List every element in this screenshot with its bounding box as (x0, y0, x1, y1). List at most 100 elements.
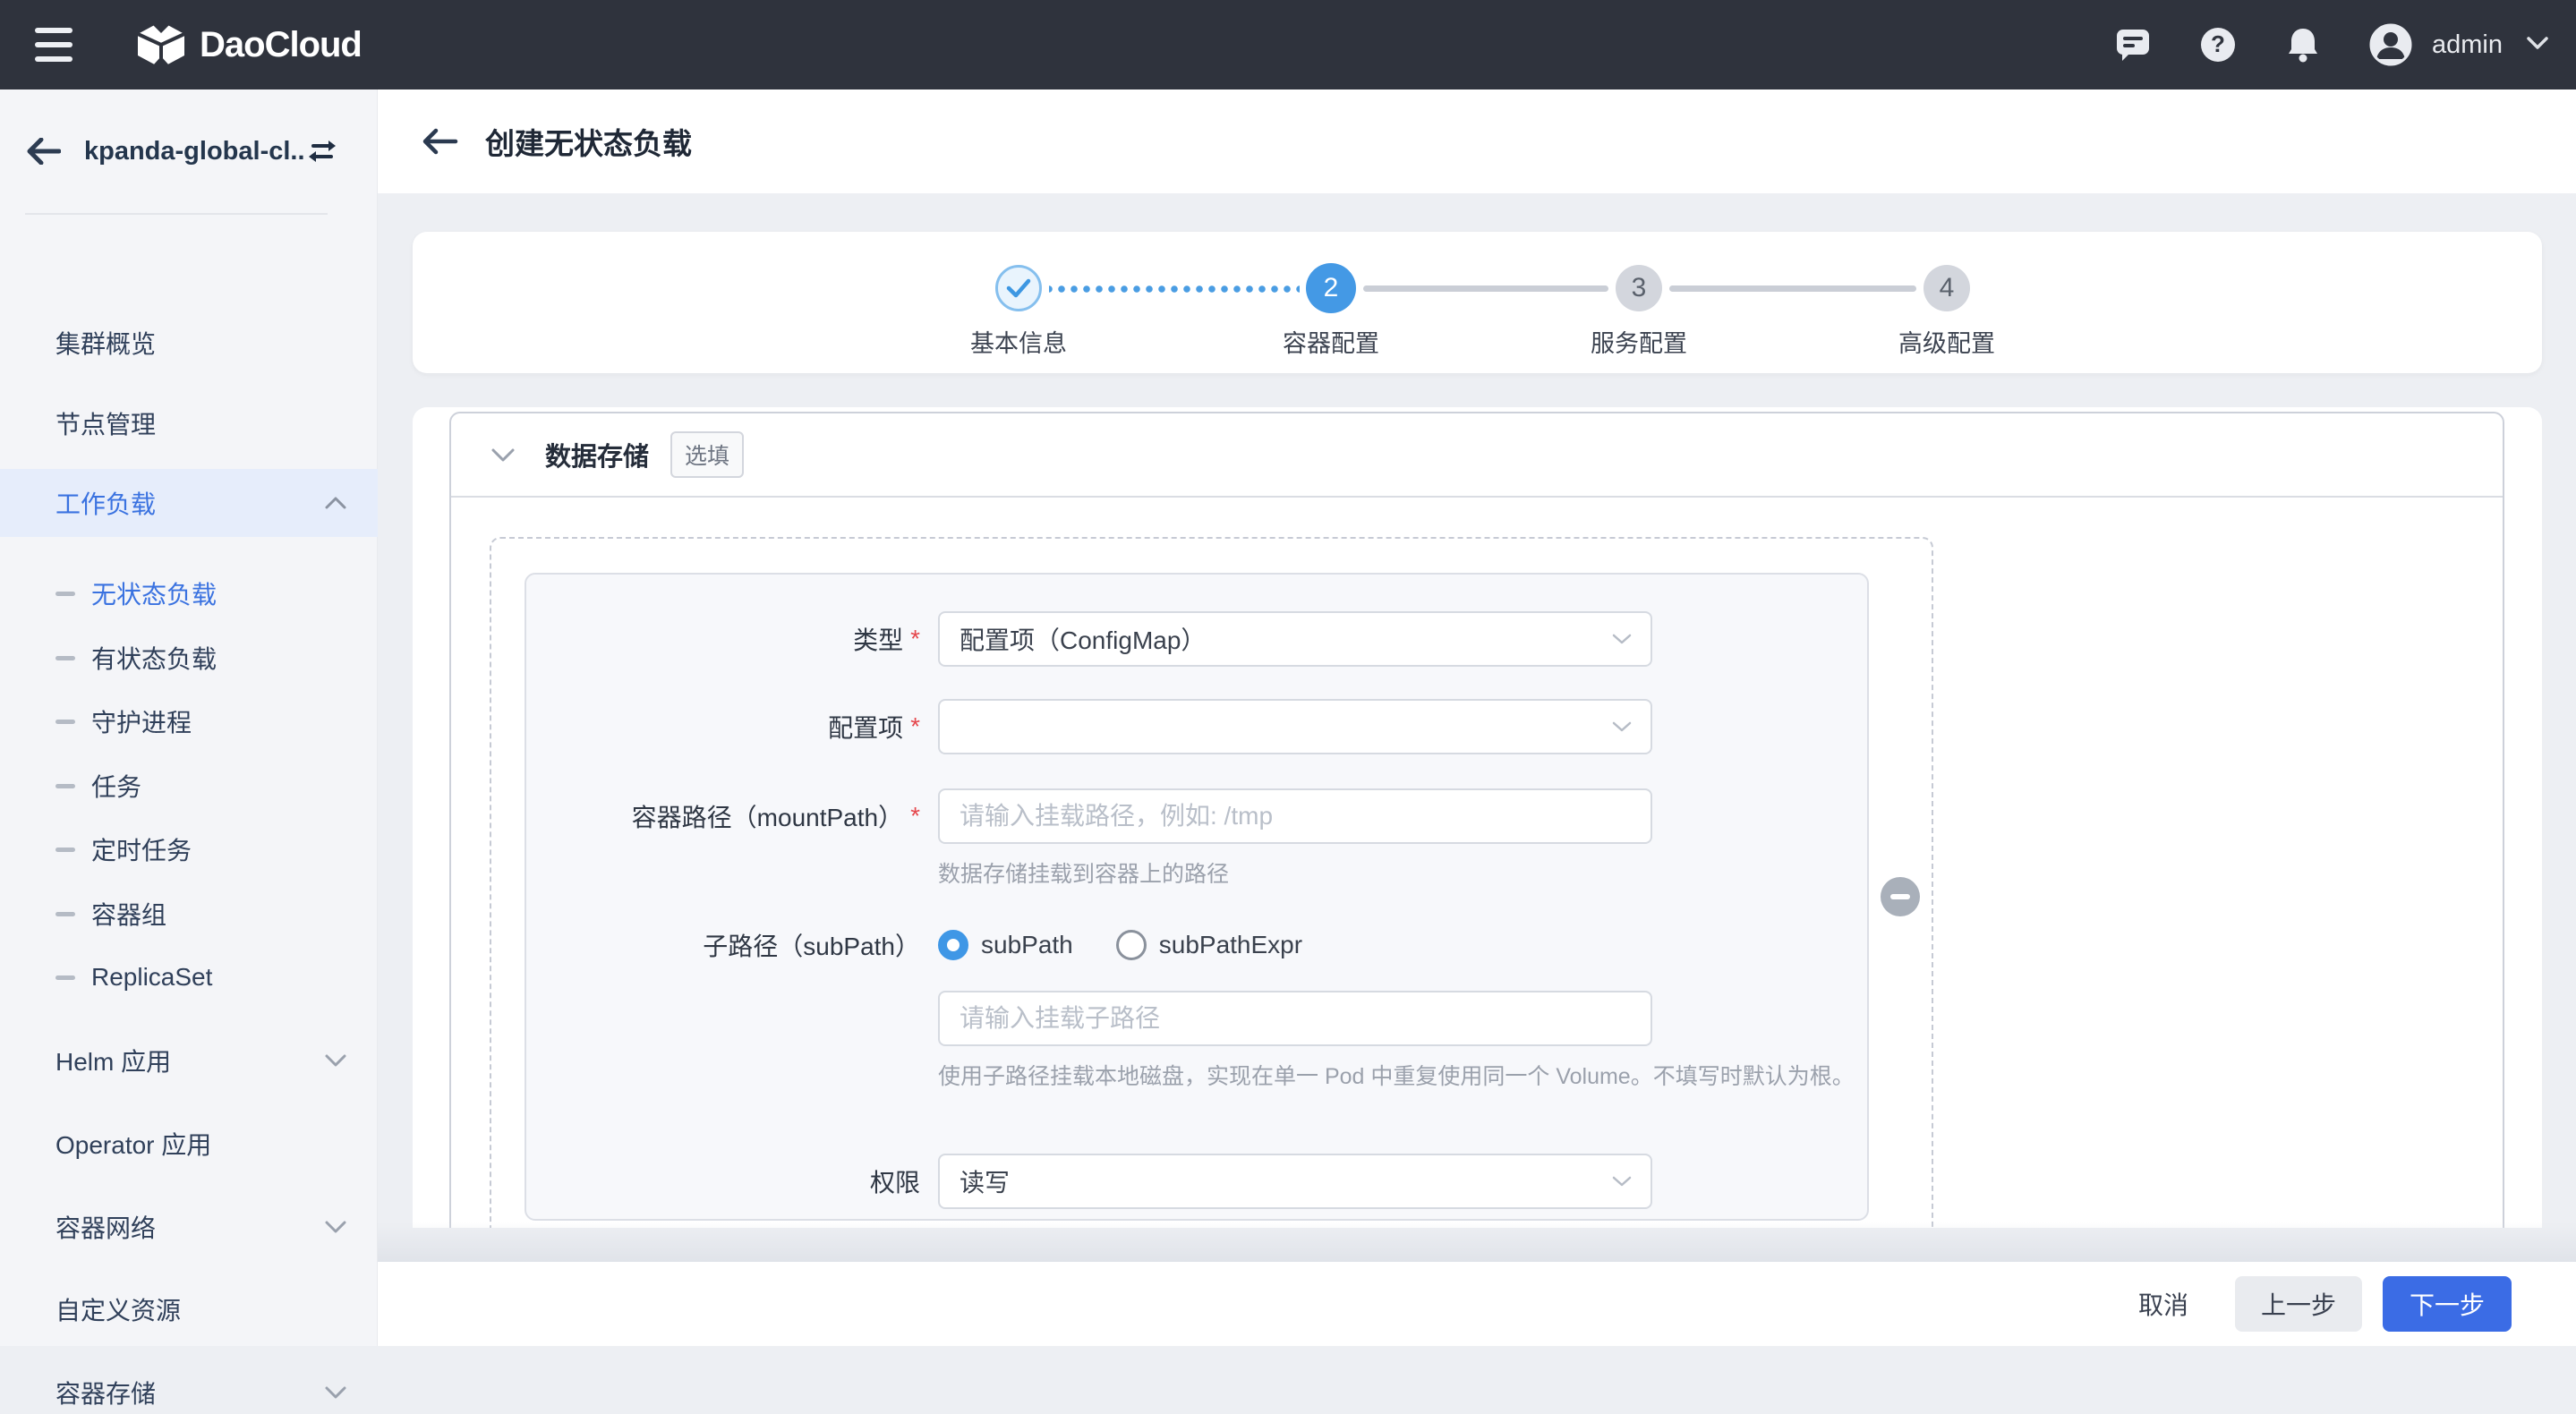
chevron-down-icon[interactable] (490, 447, 516, 463)
radio-checked-icon[interactable] (938, 930, 968, 960)
step-1-label: 基本信息 (911, 324, 1126, 359)
subpath-help-text: 使用子路径挂载本地磁盘，实现在单一 Pod 中重复使用同一个 Volume。不填… (938, 1059, 1855, 1091)
configmap-select[interactable] (938, 699, 1652, 754)
sidebar-item-daemonsets[interactable]: 守护进程 (0, 700, 378, 743)
sidebar-item-operator-apps[interactable]: Operator 应用 (0, 1122, 378, 1165)
chevron-down-icon (1611, 633, 1633, 645)
step-2-label: 容器配置 (1224, 324, 1438, 359)
radio-unchecked-icon[interactable] (1116, 930, 1147, 960)
back-arrow-icon[interactable] (25, 138, 61, 165)
sidebar-divider (25, 213, 328, 215)
chevron-down-icon (324, 1053, 347, 1068)
step-connector (1669, 285, 1916, 292)
type-select[interactable]: 配置项（ConfigMap） (938, 611, 1652, 667)
wizard-steps-card: 2 3 4 基本信息 容器配置 服务配置 高级配置 (413, 232, 2542, 373)
subpathexpr-radio-option[interactable]: subPathExpr (1116, 930, 1302, 960)
field-row-type: 类型* 配置项（ConfigMap） (526, 611, 1867, 667)
chevron-down-icon (324, 1220, 347, 1234)
user-menu[interactable]: admin (2369, 23, 2549, 66)
sidebar-group-container-network[interactable]: 容器网络 (0, 1205, 378, 1248)
step-3-label: 服务配置 (1531, 324, 1746, 359)
mountpath-label: 容器路径（mountPath）* (526, 798, 920, 834)
next-step-button[interactable]: 下一步 (2383, 1276, 2512, 1332)
subpath-radio-group: subPath subPathExpr (938, 930, 1302, 960)
mountpath-input[interactable] (938, 788, 1652, 844)
cluster-name[interactable]: kpanda-global-cl... (84, 137, 304, 166)
permission-select-value: 读写 (960, 1163, 1010, 1199)
topbar-actions: ? admin (2115, 23, 2576, 66)
step-4-circle[interactable]: 4 (1923, 265, 1970, 311)
step-3-circle[interactable]: 3 (1616, 265, 1662, 311)
dash-icon (55, 784, 75, 788)
footer-action-bar: 取消 上一步 下一步 (378, 1262, 2576, 1346)
type-select-value: 配置项（ConfigMap） (960, 621, 1206, 657)
permission-label: 权限 (526, 1163, 920, 1199)
dash-icon (55, 592, 75, 596)
sidebar-item-statefulsets[interactable]: 有状态负载 (0, 636, 378, 679)
optional-badge: 选填 (670, 431, 744, 478)
permission-select[interactable]: 读写 (938, 1154, 1652, 1209)
field-row-subpath-mode: 子路径（subPath） subPath subPathExpr (526, 927, 1867, 963)
volume-entry-box: 类型* 配置项（ConfigMap） 配置项* (490, 537, 1933, 1228)
chevron-down-icon (2526, 36, 2549, 55)
step-connector-dotted (1049, 285, 1300, 293)
configmap-label: 配置项* (526, 709, 920, 745)
cluster-selector: kpanda-global-cl... (0, 89, 377, 213)
step-4-label: 高级配置 (1839, 324, 2054, 359)
form-container: 数据存储 选填 类型* 配置项（ConfigMap） (413, 407, 2542, 1228)
switch-cluster-icon[interactable] (306, 137, 338, 166)
sidebar-item-pods[interactable]: 容器组 (0, 892, 378, 935)
field-row-mountpath: 容器路径（mountPath）* (526, 788, 1867, 844)
step-1-done-circle[interactable] (995, 265, 1042, 311)
mountpath-help-text: 数据存储挂载到容器上的路径 (938, 856, 1229, 889)
sidebar-group-helm-apps[interactable]: Helm 应用 (0, 1039, 378, 1082)
required-asterisk: * (910, 625, 920, 653)
dash-icon (55, 720, 75, 724)
chevron-down-icon (324, 1385, 347, 1400)
sidebar-item-node-management[interactable]: 节点管理 (0, 402, 378, 445)
subpath-label: 子路径（subPath） (526, 927, 920, 963)
volume-form-panel: 类型* 配置项（ConfigMap） 配置项* (525, 573, 1869, 1221)
hamburger-icon[interactable] (35, 28, 73, 62)
username: admin (2432, 30, 2503, 60)
sidebar-item-replicasets[interactable]: ReplicaSet (0, 956, 378, 999)
svg-text:?: ? (2211, 30, 2225, 57)
sidebar-item-custom-resources[interactable]: 自定义资源 (0, 1288, 378, 1331)
sidebar-item-cluster-overview[interactable]: 集群概览 (0, 321, 378, 364)
field-row-subpath-input (526, 991, 1867, 1046)
sidebar-group-container-storage[interactable]: 容器存储 (0, 1371, 378, 1414)
app-root: DaoCloud ? (0, 0, 2576, 1346)
page-title: 创建无状态负载 (485, 120, 692, 163)
dash-icon (55, 848, 75, 852)
user-avatar (2369, 23, 2412, 66)
chevron-down-icon (1611, 720, 1633, 733)
message-icon[interactable] (2115, 28, 2151, 62)
field-row-configmap: 配置项* (526, 699, 1867, 754)
sidebar-item-cronjobs[interactable]: 定时任务 (0, 828, 378, 871)
minus-icon (1890, 894, 1910, 899)
subpath-radio-option[interactable]: subPath (938, 930, 1073, 960)
cancel-button[interactable]: 取消 (2138, 1276, 2188, 1332)
chevron-up-icon (324, 496, 347, 510)
subpath-input[interactable] (938, 991, 1652, 1046)
chevron-down-icon (1611, 1175, 1633, 1188)
footer-shadow (378, 1222, 2576, 1262)
sidebar-item-deployments[interactable]: 无状态负载 (0, 572, 378, 615)
check-icon (1005, 277, 1032, 299)
back-arrow-icon[interactable] (421, 128, 458, 155)
bell-icon[interactable] (2285, 26, 2321, 64)
data-storage-section: 数据存储 选填 类型* 配置项（ConfigMap） (449, 412, 2504, 1228)
dash-icon (55, 912, 75, 916)
dash-icon (55, 975, 75, 980)
step-2-current-circle[interactable]: 2 (1306, 263, 1356, 313)
page-header: 创建无状态负载 (378, 89, 2576, 193)
sidebar-group-workloads[interactable]: 工作负载 (0, 469, 378, 537)
sidebar-item-jobs[interactable]: 任务 (0, 764, 378, 807)
required-asterisk: * (910, 712, 920, 741)
sidebar: kpanda-global-cl... 集群概览 节点管理 工作负载 无状态负载… (0, 89, 378, 1346)
topbar: DaoCloud ? (0, 0, 2576, 89)
remove-volume-button[interactable] (1881, 877, 1920, 916)
data-storage-section-header[interactable]: 数据存储 选填 (451, 413, 2503, 498)
help-icon[interactable]: ? (2199, 26, 2237, 64)
prev-step-button[interactable]: 上一步 (2235, 1276, 2362, 1332)
